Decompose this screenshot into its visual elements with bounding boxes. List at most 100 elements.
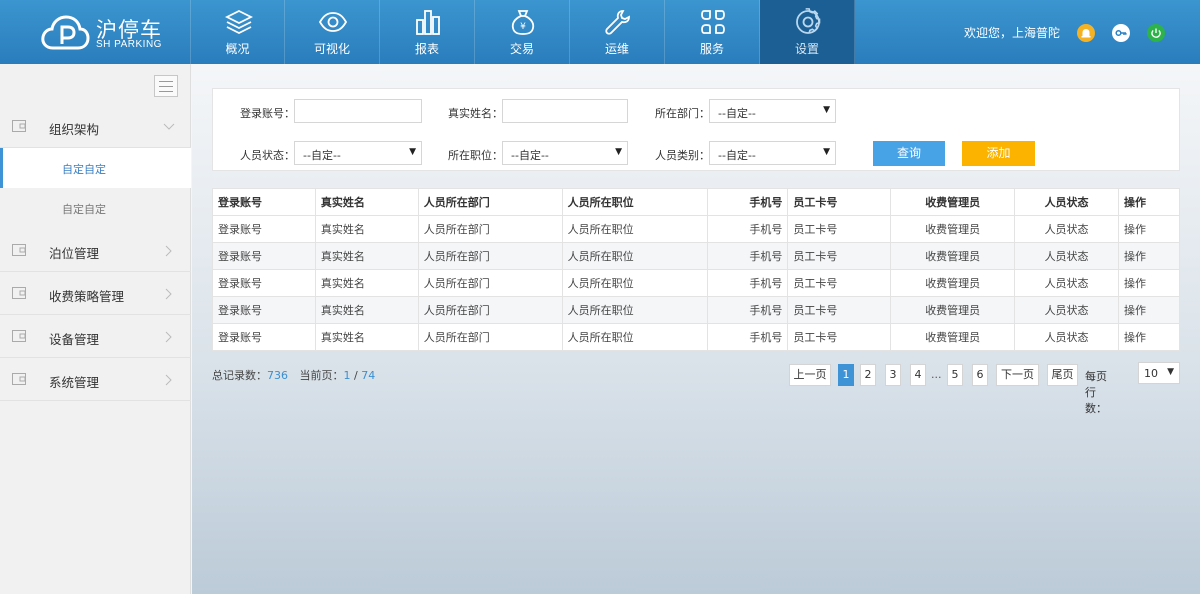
- column-header[interactable]: 员工卡号: [787, 188, 892, 216]
- department-select-value: --自定--: [718, 107, 756, 120]
- table-cell: 真实姓名: [314, 215, 419, 243]
- table-cell: 登录账号: [212, 215, 316, 243]
- real-name-label: 真实姓名：: [448, 107, 503, 120]
- folder-icon: [12, 244, 26, 256]
- column-header[interactable]: 操作: [1118, 188, 1180, 216]
- sidebar-group-label: 泊位管理: [49, 246, 100, 261]
- nav-label: 报表: [414, 42, 439, 56]
- column-header[interactable]: 收费管理员: [890, 188, 1016, 216]
- table-row[interactable]: 登录账号 真实姓名 人员所在部门 人员所在职位 手机号 员工卡号 收费管理员 人员状态 操作: [212, 269, 1180, 297]
- per-page-label: 每页行数：: [1085, 370, 1107, 415]
- chevron-right-icon: [165, 245, 172, 257]
- person-status-select-value: --自定--: [303, 149, 341, 162]
- nav-item-visualization[interactable]: 可视化: [285, 0, 380, 64]
- person-type-select[interactable]: --自定-- ▼: [709, 141, 836, 165]
- prev-page-button[interactable]: 上一页: [789, 364, 831, 386]
- bar-chart-icon: [416, 10, 440, 35]
- page-button-3[interactable]: 3: [885, 364, 901, 386]
- position-label: 所在职位：: [448, 149, 503, 162]
- pagination-ellipsis: ...: [931, 368, 942, 381]
- table-cell: 人员状态: [1014, 323, 1120, 351]
- page-button-6[interactable]: 6: [972, 364, 988, 386]
- nav-label: 设置: [794, 42, 819, 56]
- notification-icon: [1077, 24, 1095, 42]
- nav-label: 运维: [604, 42, 629, 56]
- department-label: 所在部门：: [655, 107, 710, 120]
- page-button-4[interactable]: 4: [910, 364, 926, 386]
- page-button-1[interactable]: 1: [838, 364, 854, 386]
- column-header[interactable]: 人员所在部门: [417, 188, 563, 216]
- real-name-input[interactable]: [502, 99, 628, 123]
- column-header[interactable]: 真实姓名: [314, 188, 419, 216]
- power-button[interactable]: [1147, 24, 1165, 42]
- key-button[interactable]: [1112, 24, 1130, 42]
- caret-down-icon: ▼: [1167, 367, 1174, 377]
- last-page-button[interactable]: 尾页: [1047, 364, 1078, 386]
- chevron-right-icon: [165, 288, 172, 300]
- notification-button[interactable]: [1077, 24, 1095, 42]
- position-select[interactable]: --自定-- ▼: [502, 141, 628, 165]
- svg-text:¥: ¥: [520, 22, 526, 32]
- per-page-select[interactable]: 10 ▼: [1138, 362, 1180, 384]
- welcome-text: 欢迎您，上海普陀: [963, 26, 1060, 40]
- sidebar-subitem-1[interactable]: 自定自定: [0, 148, 191, 188]
- sidebar-group-berth[interactable]: 泊位管理: [0, 230, 191, 272]
- page-button-2[interactable]: 2: [860, 364, 876, 386]
- table-cell: 收费管理员: [890, 296, 1016, 324]
- table-cell[interactable]: 操作: [1118, 215, 1180, 243]
- total-pages-value: 74: [361, 369, 376, 382]
- nav-item-settings[interactable]: 设置: [760, 0, 855, 64]
- nav-item-services[interactable]: 服务: [665, 0, 760, 64]
- logo[interactable]: 沪停车 SH PARKING: [40, 12, 190, 54]
- table-cell: 人员状态: [1014, 269, 1120, 297]
- power-icon: [1147, 24, 1165, 42]
- eye-icon: [319, 12, 347, 32]
- table-cell: 手机号: [707, 215, 789, 243]
- table-cell: 手机号: [707, 242, 789, 270]
- department-select[interactable]: --自定-- ▼: [709, 99, 836, 123]
- table-cell: 人员状态: [1014, 242, 1120, 270]
- person-type-label: 人员类别：: [655, 149, 710, 162]
- main-content: 登录账号： 真实姓名： 所在部门： --自定-- ▼ 人员状态： --自定-- …: [192, 64, 1200, 594]
- table-row[interactable]: 登录账号 真实姓名 人员所在部门 人员所在职位 手机号 员工卡号 收费管理员 人员状态 操作: [212, 215, 1180, 243]
- nav-item-maintenance[interactable]: 运维: [570, 0, 665, 64]
- sidebar-group-system[interactable]: 系统管理: [0, 359, 191, 401]
- table-cell: 真实姓名: [314, 323, 419, 351]
- column-header[interactable]: 人员状态: [1014, 188, 1120, 216]
- column-header[interactable]: 手机号: [707, 188, 789, 216]
- query-button[interactable]: 查询: [873, 141, 945, 166]
- table-cell: 人员所在部门: [417, 323, 563, 351]
- sidebar-group-device[interactable]: 设备管理: [0, 316, 191, 358]
- wrench-icon: [605, 10, 630, 35]
- table-cell: 人员所在部门: [417, 242, 563, 270]
- sidebar-group-label: 收费策略管理: [49, 289, 125, 304]
- table-row[interactable]: 登录账号 真实姓名 人员所在部门 人员所在职位 手机号 员工卡号 收费管理员 人员状态 操作: [212, 242, 1180, 270]
- sidebar-group-label: 组织架构: [49, 122, 100, 137]
- sidebar-group-fee[interactable]: 收费策略管理: [0, 273, 191, 315]
- sidebar-subitem-2[interactable]: 自定自定: [0, 188, 191, 228]
- table-cell[interactable]: 操作: [1118, 323, 1180, 351]
- hamburger-icon: [159, 81, 173, 82]
- column-header[interactable]: 人员所在职位: [561, 188, 709, 216]
- table-cell[interactable]: 操作: [1118, 242, 1180, 270]
- nav-item-reports[interactable]: 报表: [380, 0, 475, 64]
- brand-subtitle: SH PARKING: [96, 39, 162, 50]
- nav-item-overview[interactable]: 概况: [190, 0, 285, 64]
- table-cell[interactable]: 操作: [1118, 296, 1180, 324]
- table-cell[interactable]: 操作: [1118, 269, 1180, 297]
- page-button-5[interactable]: 5: [947, 364, 963, 386]
- menu-toggle-button[interactable]: [154, 75, 178, 97]
- table-cell: 员工卡号: [787, 242, 892, 270]
- sidebar-group-org[interactable]: 组织架构: [0, 106, 191, 148]
- layers-icon: [225, 9, 253, 35]
- add-button[interactable]: 添加: [962, 141, 1035, 166]
- column-header[interactable]: 登录账号: [212, 188, 316, 216]
- next-page-button[interactable]: 下一页: [996, 364, 1039, 386]
- table-cell: 真实姓名: [314, 242, 419, 270]
- person-status-select[interactable]: --自定-- ▼: [294, 141, 422, 165]
- table-row[interactable]: 登录账号 真实姓名 人员所在部门 人员所在职位 手机号 员工卡号 收费管理员 人员状态 操作: [212, 296, 1180, 324]
- table-row[interactable]: 登录账号 真实姓名 人员所在部门 人员所在职位 手机号 员工卡号 收费管理员 人员状态 操作: [212, 323, 1180, 351]
- table-cell: 人员状态: [1014, 215, 1120, 243]
- login-account-input[interactable]: [294, 99, 422, 123]
- nav-item-transactions[interactable]: ¥ 交易: [475, 0, 570, 64]
